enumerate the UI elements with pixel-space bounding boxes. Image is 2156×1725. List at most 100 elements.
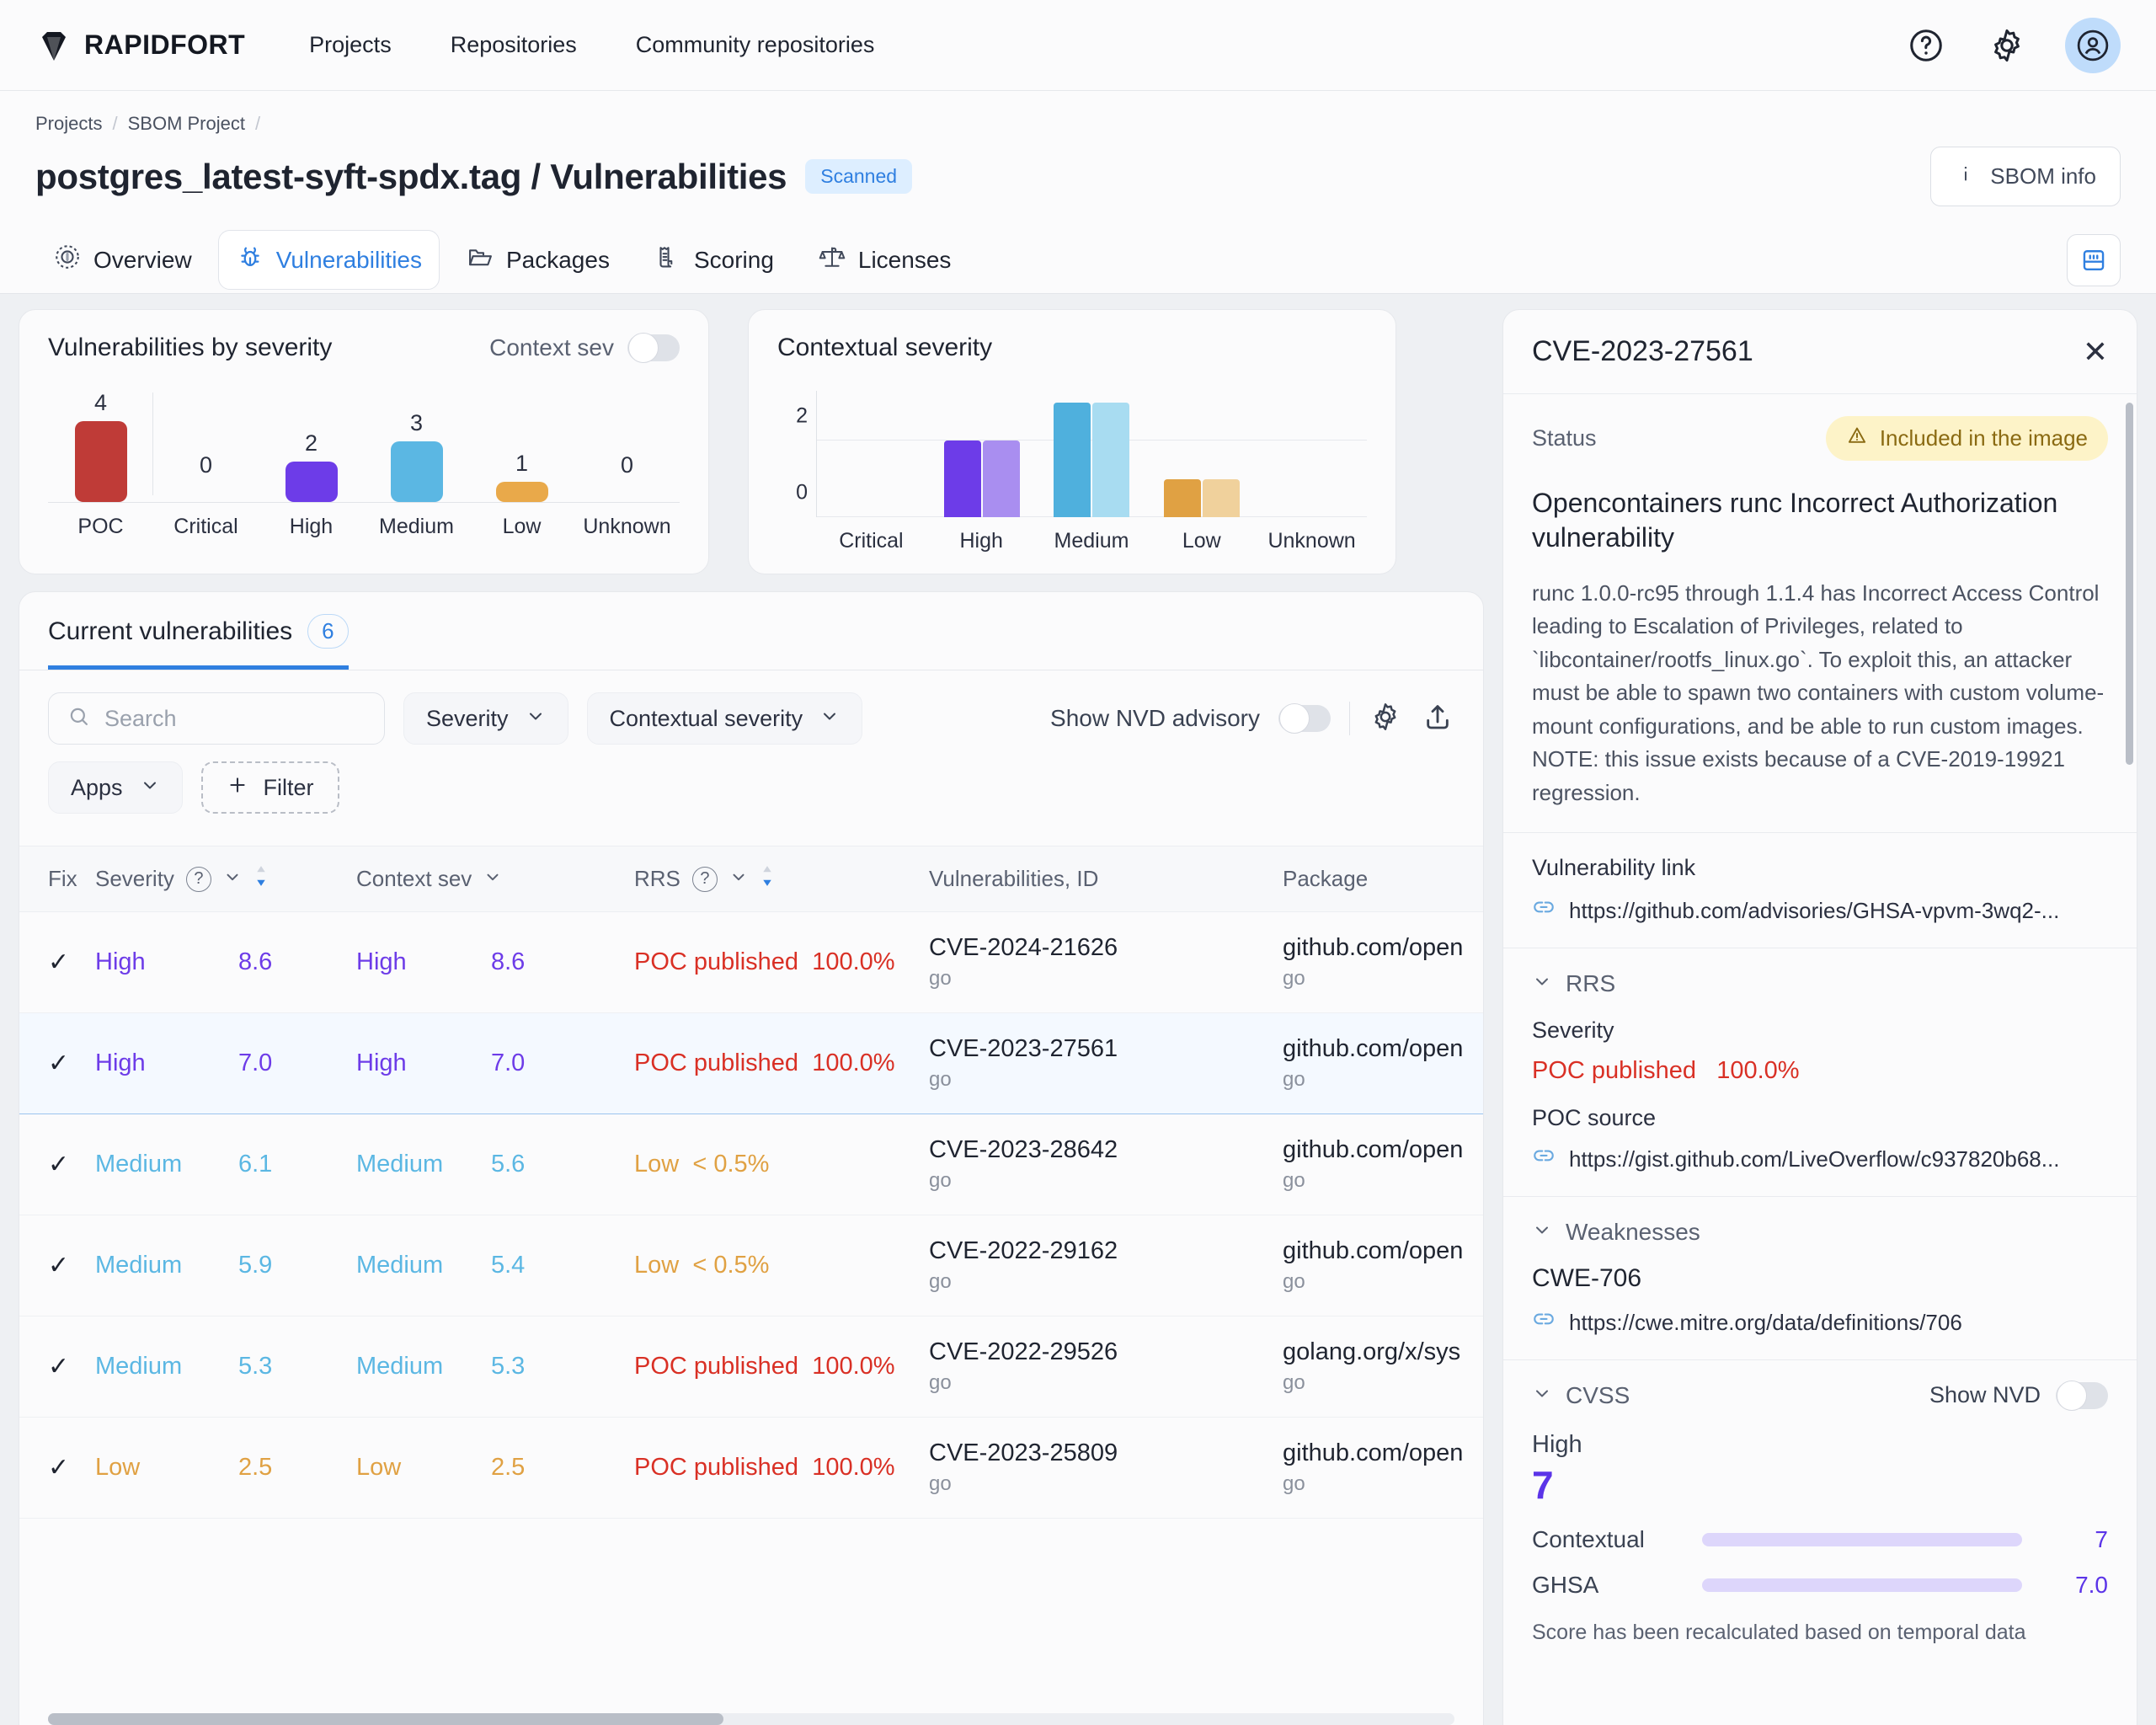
severity-bar-rect — [75, 421, 127, 502]
cve-id[interactable]: CVE-2023-27561 — [929, 1035, 1283, 1063]
cell-vulnerability-id: CVE-2023-27561go — [929, 1013, 1283, 1114]
severity-bar-medium: 3 — [364, 377, 469, 502]
package-name[interactable]: golang.org/x/sys — [1283, 1338, 1483, 1366]
breadcrumb-sbom-project[interactable]: SBOM Project — [128, 113, 245, 135]
apps-filter-dropdown[interactable]: Apps — [48, 761, 183, 814]
cvss-collapse-toggle[interactable]: CVSS — [1532, 1382, 1630, 1409]
column-header-fix[interactable]: Fix — [19, 846, 95, 912]
contextual-severity-filter-dropdown[interactable]: Contextual severity — [587, 692, 863, 745]
tab-licenses[interactable]: Licenses — [800, 230, 969, 290]
tab-packages[interactable]: Packages — [448, 230, 627, 290]
severity-bar-rect — [496, 482, 548, 502]
contextual-y-tick: 0 — [796, 481, 808, 505]
cve-ecosystem: go — [929, 1472, 1283, 1496]
gear-icon[interactable] — [1369, 700, 1402, 738]
breadcrumb-separator: / — [112, 113, 117, 135]
severity-axis-labels: POCCriticalHighMediumLowUnknown — [48, 515, 680, 539]
cell-severity: Medium6.1 — [95, 1114, 356, 1215]
cell-context-sev: Medium5.4 — [356, 1215, 634, 1316]
vulnerabilities-table: Fix Severity ? — [19, 846, 1483, 1519]
cell-package: golang.org/x/sysgo — [1283, 1316, 1483, 1418]
table-row[interactable]: ✓Medium5.9Medium5.4Low < 0.5%CVE-2022-29… — [19, 1215, 1483, 1316]
table-row[interactable]: ✓High7.0High7.0POC published 100.0%CVE-2… — [19, 1013, 1483, 1114]
add-filter-button[interactable]: Filter — [201, 761, 339, 814]
rrs-section-label: RRS — [1566, 970, 1615, 997]
help-icon[interactable]: ? — [692, 867, 718, 892]
sort-icon[interactable] — [253, 865, 269, 893]
breadcrumb-projects[interactable]: Projects — [35, 113, 102, 135]
search-icon — [67, 705, 91, 733]
severity-label: Medium — [95, 1151, 238, 1178]
horizontal-scrollbar[interactable] — [48, 1713, 1454, 1725]
chevron-down-icon[interactable] — [729, 866, 748, 892]
contextual-axis-label: Medium — [1037, 529, 1147, 553]
scrollbar-thumb[interactable] — [48, 1713, 723, 1725]
package-name[interactable]: github.com/open — [1283, 1035, 1483, 1063]
column-header-rrs[interactable]: RRS ? — [634, 846, 929, 912]
column-header-severity[interactable]: Severity ? — [95, 846, 356, 912]
column-header-context-sev[interactable]: Context sev — [356, 846, 634, 912]
chevron-down-icon[interactable] — [223, 866, 242, 892]
vulnerabilities-table-wrapper: Fix Severity ? — [19, 846, 1483, 1713]
cve-id[interactable]: CVE-2023-28642 — [929, 1136, 1283, 1164]
table-row[interactable]: ✓Medium6.1Medium5.6Low < 0.5%CVE-2023-28… — [19, 1114, 1483, 1215]
rrs-section-header[interactable]: RRS — [1532, 970, 2108, 997]
tab-vulnerabilities[interactable]: Vulnerabilities — [218, 230, 440, 290]
cve-id[interactable]: CVE-2022-29526 — [929, 1338, 1283, 1366]
package-ecosystem: go — [1283, 1068, 1483, 1092]
severity-axis-label: POC — [48, 515, 153, 539]
table-row[interactable]: ✓Low2.5Low2.5POC published 100.0%CVE-202… — [19, 1418, 1483, 1519]
tab-overview[interactable]: Overview — [35, 230, 210, 290]
table-row[interactable]: ✓High8.6High8.6POC published 100.0%CVE-2… — [19, 912, 1483, 1013]
gear-icon[interactable] — [1984, 23, 2030, 68]
rrs-label: POC published — [634, 1353, 798, 1381]
upload-icon[interactable] — [1421, 700, 1454, 738]
close-icon[interactable]: ✕ — [2083, 337, 2108, 367]
sort-icon[interactable] — [760, 865, 775, 893]
context-sev-toggle[interactable] — [627, 334, 680, 361]
weaknesses-section-header[interactable]: Weaknesses — [1532, 1219, 2108, 1246]
show-nvd-toggle[interactable] — [2056, 1382, 2108, 1409]
search-box[interactable] — [48, 692, 385, 745]
tab-scoring[interactable]: Scoring — [636, 230, 792, 290]
vulnerability-link[interactable]: https://github.com/advisories/GHSA-vpvm-… — [1532, 896, 2108, 926]
poc-source-link[interactable]: https://gist.github.com/LiveOverflow/c93… — [1532, 1145, 2108, 1174]
column-header-package-label: Package — [1283, 866, 1368, 891]
package-name[interactable]: github.com/open — [1283, 934, 1483, 962]
nav-link-community-repositories[interactable]: Community repositories — [636, 32, 875, 58]
cell-context-sev: High7.0 — [356, 1013, 634, 1114]
column-header-package[interactable]: Package — [1283, 846, 1483, 912]
package-name[interactable]: github.com/open — [1283, 1136, 1483, 1164]
cve-id[interactable]: CVE-2024-21626 — [929, 934, 1283, 962]
column-header-vulnerabilities-id[interactable]: Vulnerabilities, ID — [929, 846, 1283, 912]
cve-id[interactable]: CVE-2022-29162 — [929, 1237, 1283, 1265]
tab-current-vulnerabilities[interactable]: Current vulnerabilities 6 — [48, 614, 349, 670]
search-input[interactable] — [104, 706, 366, 732]
cve-id[interactable]: CVE-2023-25809 — [929, 1439, 1283, 1467]
fix-available-check-icon: ✓ — [48, 1353, 69, 1381]
avatar[interactable] — [2065, 18, 2121, 73]
package-name[interactable]: github.com/open — [1283, 1237, 1483, 1265]
severity-label: High — [95, 1049, 238, 1077]
help-icon[interactable]: ? — [186, 867, 211, 892]
table-tabs: Current vulnerabilities 6 — [19, 592, 1483, 670]
nav-link-repositories[interactable]: Repositories — [451, 32, 577, 58]
status-badge-label: Included in the image — [1880, 425, 2088, 451]
show-nvd-advisory-toggle[interactable] — [1278, 705, 1331, 732]
cell-severity: Medium5.3 — [95, 1316, 356, 1418]
cvss-meter-value: 7 — [2041, 1526, 2108, 1553]
severity-filter-dropdown[interactable]: Severity — [403, 692, 568, 745]
cell-severity: High8.6 — [95, 912, 356, 1013]
help-circle-icon[interactable] — [1903, 23, 1949, 68]
nav-link-projects[interactable]: Projects — [309, 32, 392, 58]
severity-score: 7.0 — [238, 1049, 272, 1076]
sbom-info-button[interactable]: SBOM info — [1930, 147, 2121, 206]
package-name[interactable]: github.com/open — [1283, 1439, 1483, 1467]
chevron-down-icon[interactable] — [483, 866, 502, 892]
panel-layout-icon[interactable] — [2067, 234, 2121, 286]
rrs-label: Low — [634, 1151, 679, 1178]
cwe-link[interactable]: https://cwe.mitre.org/data/definitions/7… — [1532, 1308, 2108, 1338]
detail-scrollbar[interactable] — [2126, 403, 2133, 765]
table-row[interactable]: ✓Medium5.3Medium5.3POC published 100.0%C… — [19, 1316, 1483, 1418]
brand-logo[interactable]: RAPIDFORT — [35, 27, 245, 64]
